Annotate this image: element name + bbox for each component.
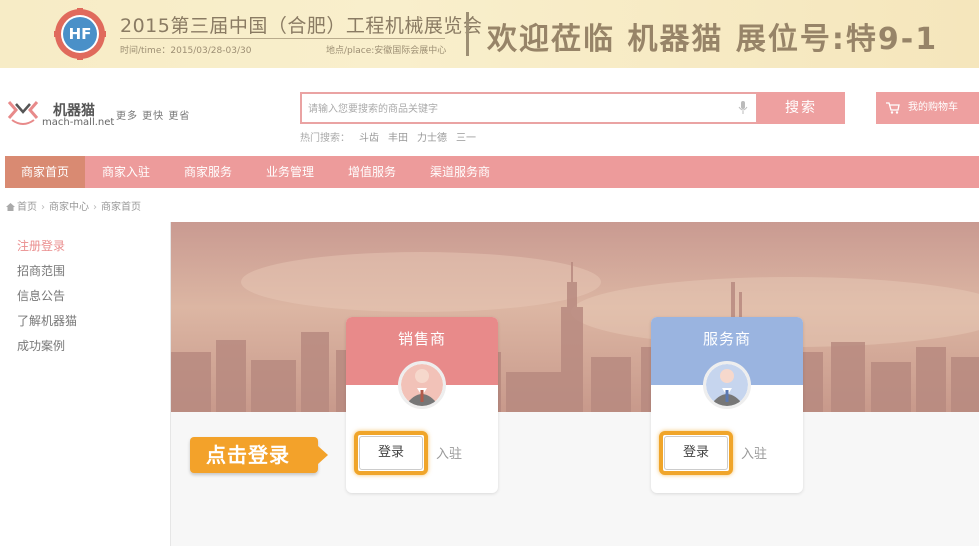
- click-login-callout: 点击登录: [190, 437, 318, 473]
- site-slogan: 更多 更快 更省: [116, 111, 191, 122]
- hero-city-background: [171, 222, 979, 412]
- sidebar-item-register-login[interactable]: 注册登录: [17, 237, 65, 254]
- home-icon: [6, 203, 15, 211]
- hot-search-bar: 热门搜索： 斗齿 丰田 力士德 三一: [300, 129, 485, 144]
- expo-title: 2015第三届中国（合肥）工程机械展览会: [120, 15, 483, 37]
- sidebar-item-success-cases[interactable]: 成功案例: [17, 337, 65, 354]
- chevron-right-icon: ›: [93, 202, 97, 213]
- seller-join-link[interactable]: 入驻: [436, 443, 462, 462]
- expo-time: 时间/time：2015/03/28-03/30: [120, 46, 252, 56]
- sidebar-item-announcements[interactable]: 信息公告: [17, 287, 65, 304]
- nav-item-value-added-service[interactable]: 增值服务: [335, 156, 409, 188]
- expo-logo-text: HF: [68, 25, 92, 43]
- sidebar-item-recruitment-scope[interactable]: 招商范围: [17, 262, 65, 279]
- seller-login-label: 登录: [359, 436, 423, 470]
- seller-avatar: [398, 361, 446, 409]
- service-provider-login-label: 登录: [664, 436, 728, 470]
- machmall-logo-icon[interactable]: [6, 98, 40, 126]
- businessman-avatar-icon: [401, 364, 443, 406]
- nav-item-merchant-home[interactable]: 商家首页: [5, 156, 85, 188]
- search-button[interactable]: 搜索: [757, 92, 845, 124]
- chevron-right-icon: ›: [41, 202, 45, 213]
- breadcrumb-home[interactable]: 首页: [17, 202, 37, 213]
- banner-separator: [466, 12, 469, 56]
- search-input[interactable]: [308, 100, 728, 118]
- sidebar-item-about[interactable]: 了解机器猫: [17, 312, 77, 329]
- hero-lower-area: [171, 412, 979, 546]
- businessman-avatar-icon: [706, 364, 748, 406]
- service-provider-card: 服务商 登录 入驻: [651, 317, 803, 493]
- search-box: [300, 92, 758, 124]
- sidebar: 注册登录 招商范围 信息公告 了解机器猫 成功案例: [5, 222, 171, 546]
- banner-divider-line: [120, 38, 445, 39]
- hot-search-label: 热门搜索：: [300, 133, 350, 144]
- breadcrumb-current: 商家首页: [101, 202, 141, 213]
- nav-item-business-management[interactable]: 业务管理: [253, 156, 327, 188]
- breadcrumb-merchant-center[interactable]: 商家中心: [49, 202, 89, 213]
- expo-welcome: 欢迎莅临 机器猫 展位号:特9-1: [487, 22, 939, 57]
- hot-search-term[interactable]: 三一: [456, 133, 476, 144]
- microphone-icon[interactable]: [738, 101, 748, 115]
- hot-search-term[interactable]: 力士德: [417, 133, 447, 144]
- nav-item-merchant-join[interactable]: 商家入驻: [89, 156, 163, 188]
- cart-label: 我的购物车: [908, 102, 958, 113]
- callout-arrow-icon: [318, 446, 328, 464]
- service-provider-avatar: [703, 361, 751, 409]
- hot-search-term[interactable]: 斗齿: [359, 133, 379, 144]
- service-provider-login-button[interactable]: 登录: [659, 431, 733, 475]
- service-provider-join-link[interactable]: 入驻: [741, 443, 767, 462]
- main-nav: 商家首页 商家入驻 商家服务 业务管理 增值服务 渠道服务商: [5, 156, 979, 188]
- nav-item-merchant-service[interactable]: 商家服务: [171, 156, 245, 188]
- seller-card: 销售商 登录 入驻: [346, 317, 498, 493]
- expo-place: 地点/place:安徽国际会展中心: [326, 46, 447, 56]
- seller-login-button[interactable]: 登录: [354, 431, 428, 475]
- shopping-cart-button[interactable]: 我的购物车: [876, 92, 979, 124]
- site-domain: mach-mall.net: [42, 117, 115, 128]
- breadcrumb: 首页 › 商家中心 › 商家首页: [6, 198, 141, 213]
- shopping-cart-icon: [886, 102, 900, 114]
- hot-search-term[interactable]: 丰田: [388, 133, 408, 144]
- city-skyline-image: [171, 222, 979, 412]
- nav-item-channel-provider[interactable]: 渠道服务商: [417, 156, 503, 188]
- top-banner[interactable]: HF 2015第三届中国（合肥）工程机械展览会 时间/time：2015/03/…: [0, 0, 979, 68]
